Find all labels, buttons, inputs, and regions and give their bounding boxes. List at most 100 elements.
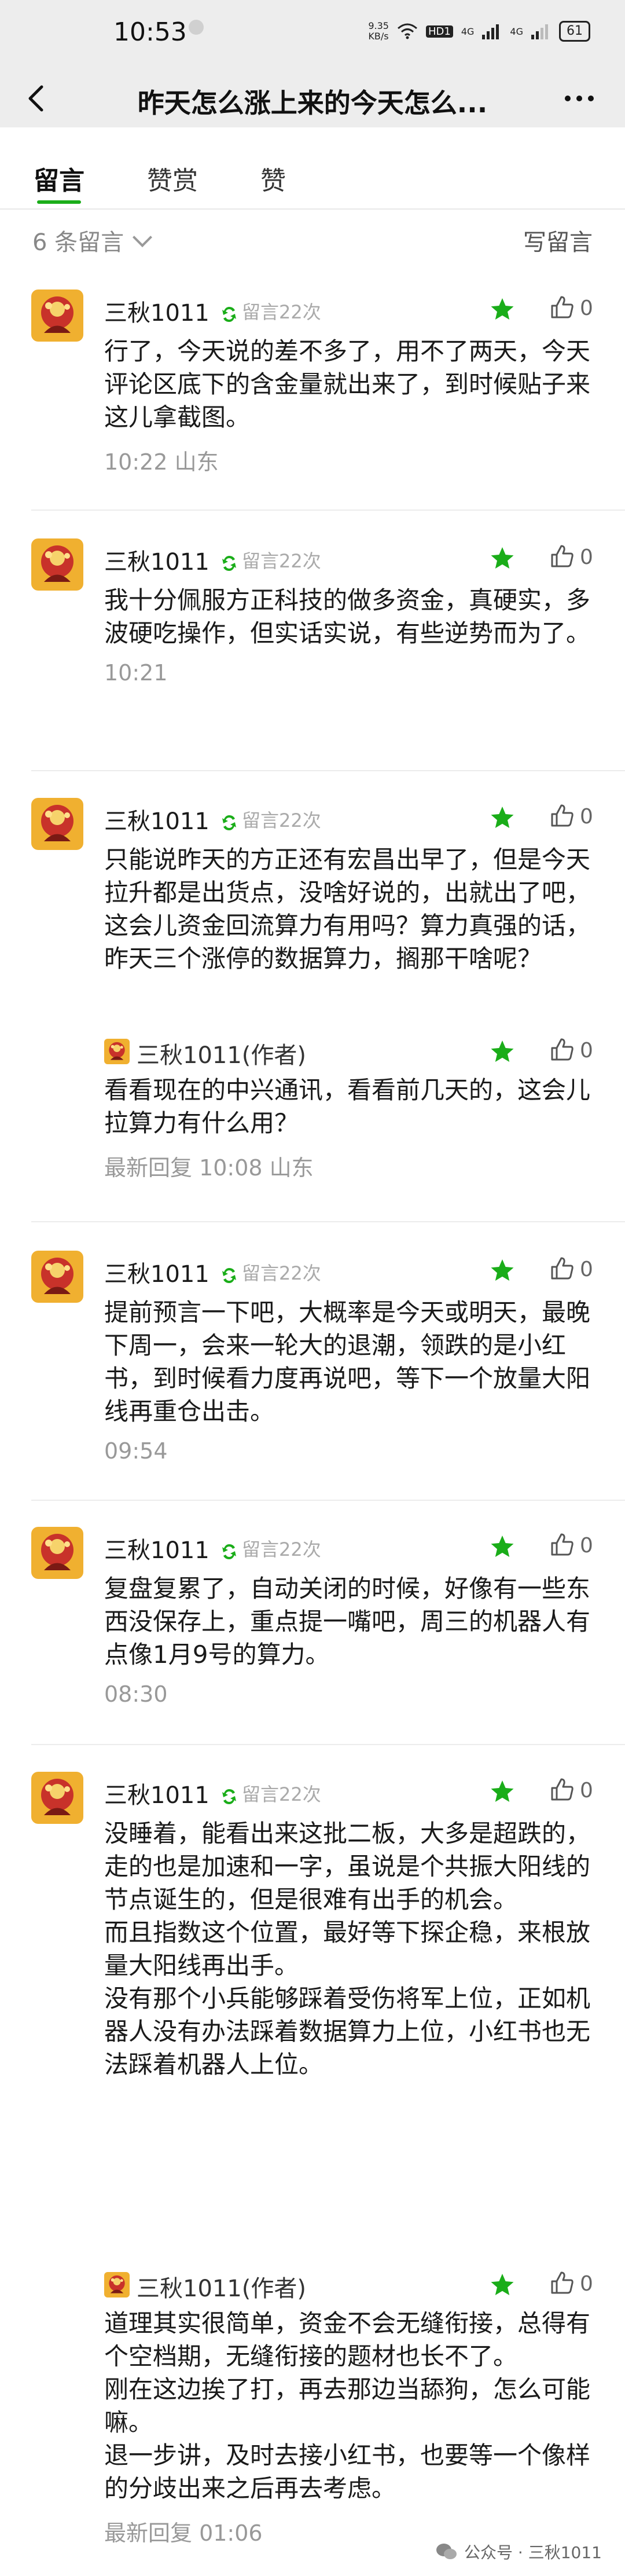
reply-text: 道理其实很简单，资金不会无缝衔接，总得有个空档期，无缝衔接的题材也长不了。 刚在…: [104, 2309, 591, 2502]
wechat-logo-icon: [436, 2544, 457, 2559]
chevron-down-icon: [133, 228, 153, 247]
avatar[interactable]: [31, 1251, 83, 1303]
comment-count-tag: 留言22次: [242, 1262, 321, 1284]
like-count: 0: [580, 1258, 593, 1281]
featured-star-icon: [490, 805, 515, 830]
like-icon[interactable]: [549, 1255, 575, 1282]
commenter-name-text: 三秋1011: [104, 1782, 209, 1809]
page-title: 昨天怎么涨上来的今天怎么...: [137, 87, 488, 119]
like-icon[interactable]: [549, 543, 575, 570]
commenter-name[interactable]: 三秋1011: [104, 294, 238, 328]
wechat-verified-icon: [209, 808, 238, 835]
net-speed: 9.35 KB/s: [368, 20, 389, 42]
tab-divider: [0, 208, 625, 210]
comment-count-tag: 留言22次: [242, 301, 321, 323]
avatar[interactable]: [31, 1772, 83, 1824]
reply-meta: 最新回复 10:08 山东: [104, 1155, 314, 1181]
nav-bar: 昨天怎么涨上来的今天怎么...: [0, 69, 625, 127]
comment-text: 复盘复累了，自动关闭的时候，好像有一些东西没保存上，重点提一嘴吧，周三的机器人有…: [104, 1574, 591, 1669]
commenter-name[interactable]: 三秋1011: [104, 543, 238, 577]
featured-star-icon: [490, 1779, 515, 1804]
wifi-icon: [397, 23, 417, 39]
featured-star-icon: [490, 1258, 515, 1283]
status-icons: 9.35 KB/s HD1 4G 4G 61: [368, 21, 590, 42]
comment-count-tag: 留言22次: [242, 809, 321, 831]
wechat-verified-icon: [209, 549, 238, 576]
reply-author-name[interactable]: 三秋1011(作者): [137, 2270, 306, 2303]
reply-author-name[interactable]: 三秋1011(作者): [137, 1036, 306, 1070]
comment-count-sort[interactable]: 6 条留言: [32, 223, 153, 257]
wechat-verified-icon: [209, 1537, 238, 1564]
featured-star-icon: [490, 545, 515, 571]
status-bar: 10:53 9.35 KB/s HD1 4G 4G 61: [0, 0, 625, 69]
reply-text: 看看现在的中兴通讯，看看前几天的，这会儿拉算力有什么用？: [104, 1076, 591, 1137]
comment-text: 只能说昨天的方正还有宏昌出早了，但是今天拉升都是出货点，没啥好说的，出就出了吧，…: [104, 845, 591, 973]
comment-count-tag: 留言22次: [242, 1783, 321, 1805]
net-label-1: 4G: [461, 25, 475, 37]
like-count: 0: [580, 545, 593, 569]
avatar[interactable]: [31, 798, 83, 850]
commenter-name[interactable]: 三秋1011: [104, 1776, 238, 1810]
comment-divider: [31, 510, 625, 511]
wechat-verified-icon: [209, 1782, 238, 1809]
comment-meta: 09:54: [104, 1438, 168, 1464]
avatar[interactable]: [31, 538, 83, 591]
reply-like-icon[interactable]: [549, 1036, 575, 1063]
featured-star-icon: [490, 2272, 515, 2297]
write-comment-button[interactable]: 写留言: [523, 223, 593, 257]
reply-like-count: 0: [580, 2272, 593, 2296]
tab-likes[interactable]: 赞: [260, 160, 286, 197]
wechat-verified-icon: [209, 300, 238, 327]
signal-icon: [482, 24, 499, 39]
reply-like-icon[interactable]: [549, 2270, 575, 2296]
like-icon[interactable]: [549, 803, 575, 829]
tab-comments[interactable]: 留言: [34, 160, 84, 197]
reply-avatar[interactable]: [104, 2272, 130, 2297]
comment-divider: [31, 1221, 625, 1222]
comment-text: 提前预言一下吧，大概率是今天或明天，最晚下周一，会来一轮大的退潮，领跌的是小红书…: [104, 1298, 591, 1426]
commenter-name[interactable]: 三秋1011: [104, 1255, 238, 1289]
featured-star-icon: [490, 1039, 515, 1064]
comment-divider: [31, 1500, 625, 1501]
reply-avatar[interactable]: [104, 1039, 130, 1064]
comment-text: 行了，今天说的差不多了，用不了两天，今天评论区底下的含金量就出来了，到时候贴子来…: [104, 337, 591, 431]
featured-star-icon: [490, 296, 515, 322]
comment-meta: 10:22 山东: [104, 449, 219, 475]
like-icon[interactable]: [549, 1531, 575, 1558]
avatar[interactable]: [31, 290, 83, 342]
commenter-name-text: 三秋1011: [104, 1537, 209, 1564]
comment-meta: 10:21: [104, 660, 168, 686]
tab-active-indicator: [37, 200, 81, 204]
reply-meta: 最新回复 01:06: [104, 2520, 263, 2546]
more-options-icon[interactable]: [559, 83, 600, 113]
like-count: 0: [580, 805, 593, 829]
comment-count-tag: 留言22次: [242, 550, 321, 572]
comment-meta: 08:30: [104, 1681, 168, 1707]
commenter-name-text: 三秋1011: [104, 808, 209, 835]
avatar[interactable]: [31, 1527, 83, 1579]
notification-icon: [189, 20, 204, 35]
comment-count-row: 6 条留言 写留言: [0, 223, 625, 258]
tab-bar: 留言 赞赏 赞: [0, 142, 625, 207]
wechat-verified-icon: [209, 1261, 238, 1288]
comment-count-tag: 留言22次: [242, 1538, 321, 1560]
commenter-name-text: 三秋1011: [104, 549, 209, 576]
commenter-name[interactable]: 三秋1011: [104, 803, 238, 836]
battery-indicator: 61: [559, 21, 590, 42]
comment-text: 没睡着，能看出来这批二板，大多是超跌的，走的也是加速和一字，虽说是个共振大阳线的…: [104, 1819, 591, 2079]
comment-divider: [31, 770, 625, 771]
commenter-name-text: 三秋1011: [104, 1261, 209, 1288]
featured-star-icon: [490, 1534, 515, 1559]
commenter-name[interactable]: 三秋1011: [104, 1531, 238, 1565]
like-icon[interactable]: [549, 1776, 575, 1803]
status-time: 10:53: [113, 17, 187, 47]
commenter-name-text: 三秋1011: [104, 300, 209, 327]
watermark: 公众号 · 三秋1011: [435, 2540, 602, 2563]
signal-icon-2: [531, 24, 548, 39]
net-label-2: 4G: [510, 25, 523, 37]
tab-rewards[interactable]: 赞赏: [147, 160, 198, 197]
comment-text: 我十分佩服方正科技的做多资金，真硬实，多波硬吃操作，但实话实说，有些逆势而为了。: [104, 586, 591, 647]
watermark-text: 公众号 · 三秋1011: [464, 2543, 602, 2562]
reply-like-count: 0: [580, 1039, 593, 1062]
like-icon[interactable]: [549, 294, 575, 321]
